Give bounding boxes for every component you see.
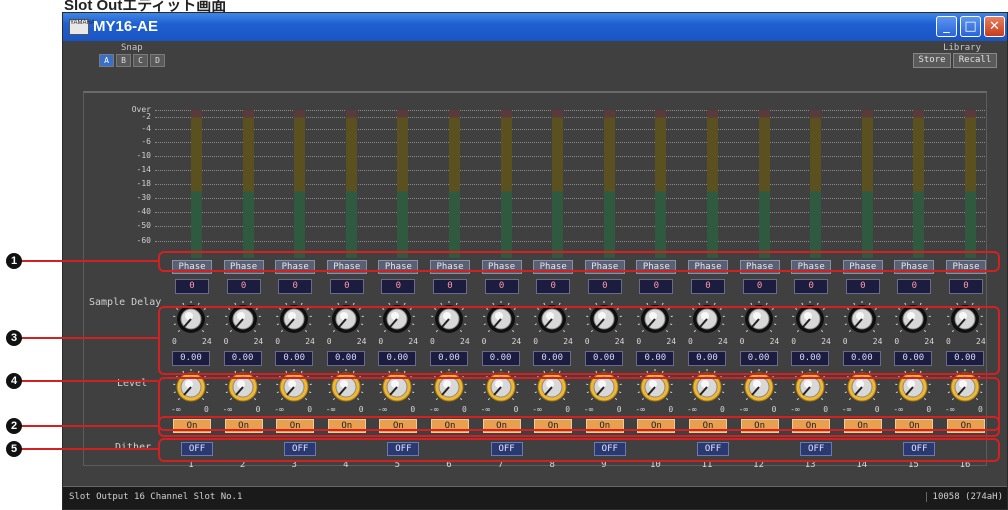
level-meter xyxy=(345,110,357,258)
meter-scale-tick: -4 xyxy=(141,124,151,133)
window-title: MY16-AE xyxy=(93,18,159,35)
callout-frame xyxy=(158,251,1000,272)
level-meter xyxy=(655,110,667,258)
sample-delay-value-11[interactable]: 0 xyxy=(691,279,725,294)
title-bar[interactable]: YAMAHA MY16-AE _ □ ✕ xyxy=(63,13,1007,41)
status-address: 10058 (274aH) xyxy=(925,492,1003,502)
level-meter xyxy=(191,110,202,258)
sample-delay-value-14[interactable]: 0 xyxy=(845,279,880,294)
level-meter xyxy=(397,110,409,258)
sample-delay-value-1[interactable]: 0 xyxy=(175,279,209,294)
sample-delay-value-8[interactable]: 0 xyxy=(536,279,571,294)
callout-leader xyxy=(16,380,158,382)
level-meter xyxy=(603,110,615,258)
meter-gridline xyxy=(155,129,985,130)
level-meter xyxy=(965,110,976,258)
level-meter xyxy=(707,110,718,258)
callout-frame xyxy=(158,438,1000,462)
callout-leader xyxy=(16,260,158,262)
callout-leader xyxy=(16,425,158,427)
meter-gridline xyxy=(155,110,985,111)
meter-scale-tick: -30 xyxy=(136,193,151,202)
sample-delay-value-6[interactable]: 0 xyxy=(433,279,467,294)
recall-button[interactable]: Recall xyxy=(953,53,997,68)
callout-leader xyxy=(16,337,158,339)
level-meter xyxy=(449,110,460,258)
meter-gridline xyxy=(155,170,985,171)
level-meter xyxy=(552,110,564,258)
snap-c-button[interactable]: C xyxy=(133,54,148,67)
callout-number: 1 xyxy=(6,253,22,269)
meter-gridline xyxy=(155,198,985,199)
sample-delay-label: Sample Delay xyxy=(89,297,162,308)
sample-delay-value-4[interactable]: 0 xyxy=(329,279,364,294)
callout-leader xyxy=(16,448,158,450)
meter-scale-tick: -10 xyxy=(136,151,151,160)
snap-label: Snap xyxy=(121,43,143,53)
sample-delay-value-12[interactable]: 0 xyxy=(742,279,777,294)
meter-scale-tick: -14 xyxy=(136,165,151,174)
sample-delay-value-10[interactable]: 0 xyxy=(639,279,674,294)
snap-d-button[interactable]: D xyxy=(150,54,165,67)
meter-scale-tick: -50 xyxy=(136,221,151,230)
level-meter xyxy=(913,110,925,258)
sample-delay-value-9[interactable]: 0 xyxy=(587,279,622,294)
meter-gridline xyxy=(155,241,985,242)
sample-delay-value-7[interactable]: 0 xyxy=(484,279,519,294)
library-label: Library xyxy=(943,43,981,53)
callout-number: 5 xyxy=(6,441,22,457)
callout-frame xyxy=(158,306,1000,375)
sample-delay-value-5[interactable]: 0 xyxy=(381,279,416,294)
level-meter xyxy=(758,110,770,258)
snap-a-button[interactable]: A xyxy=(99,54,114,67)
close-button[interactable]: ✕ xyxy=(984,16,1005,37)
status-bar: Slot Output 16 Channel Slot No.1 10058 (… xyxy=(63,486,1007,509)
status-text: Slot Output 16 Channel Slot No.1 xyxy=(69,492,243,502)
callout-number: 3 xyxy=(6,330,22,346)
sample-delay-value-2[interactable]: 0 xyxy=(226,279,261,294)
meter-scale-tick: -18 xyxy=(136,179,151,188)
maximize-button[interactable]: □ xyxy=(960,16,981,37)
callout-number: 2 xyxy=(6,418,22,434)
level-meter xyxy=(242,110,254,258)
meter-gridline xyxy=(155,226,985,227)
sample-delay-value-3[interactable]: 0 xyxy=(278,279,313,294)
sample-delay-value-13[interactable]: 0 xyxy=(794,279,829,294)
app-icon: YAMAHA xyxy=(69,19,95,35)
level-meter xyxy=(294,110,306,258)
level-meter xyxy=(500,110,512,258)
meter-gridline xyxy=(155,142,985,143)
store-button[interactable]: Store xyxy=(913,53,951,68)
level-meter xyxy=(810,110,822,258)
meter-gridline xyxy=(155,212,985,213)
meter-scale-tick: -40 xyxy=(136,207,151,216)
meter-gridline xyxy=(155,184,985,185)
meter-scale-tick: -6 xyxy=(141,137,151,146)
meter-scale-tick: -60 xyxy=(136,236,151,245)
sample-delay-value-16[interactable]: 0 xyxy=(949,279,983,294)
level-meter xyxy=(861,110,873,258)
snap-b-button[interactable]: B xyxy=(116,54,131,67)
meter-gridline xyxy=(155,156,985,157)
minimize-button[interactable]: _ xyxy=(936,16,957,37)
callout-frame xyxy=(158,416,1000,437)
callout-number: 4 xyxy=(6,373,22,389)
meter-gridline xyxy=(155,117,985,118)
sample-delay-value-15[interactable]: 0 xyxy=(897,279,932,294)
meter-scale-tick: -2 xyxy=(141,112,151,121)
